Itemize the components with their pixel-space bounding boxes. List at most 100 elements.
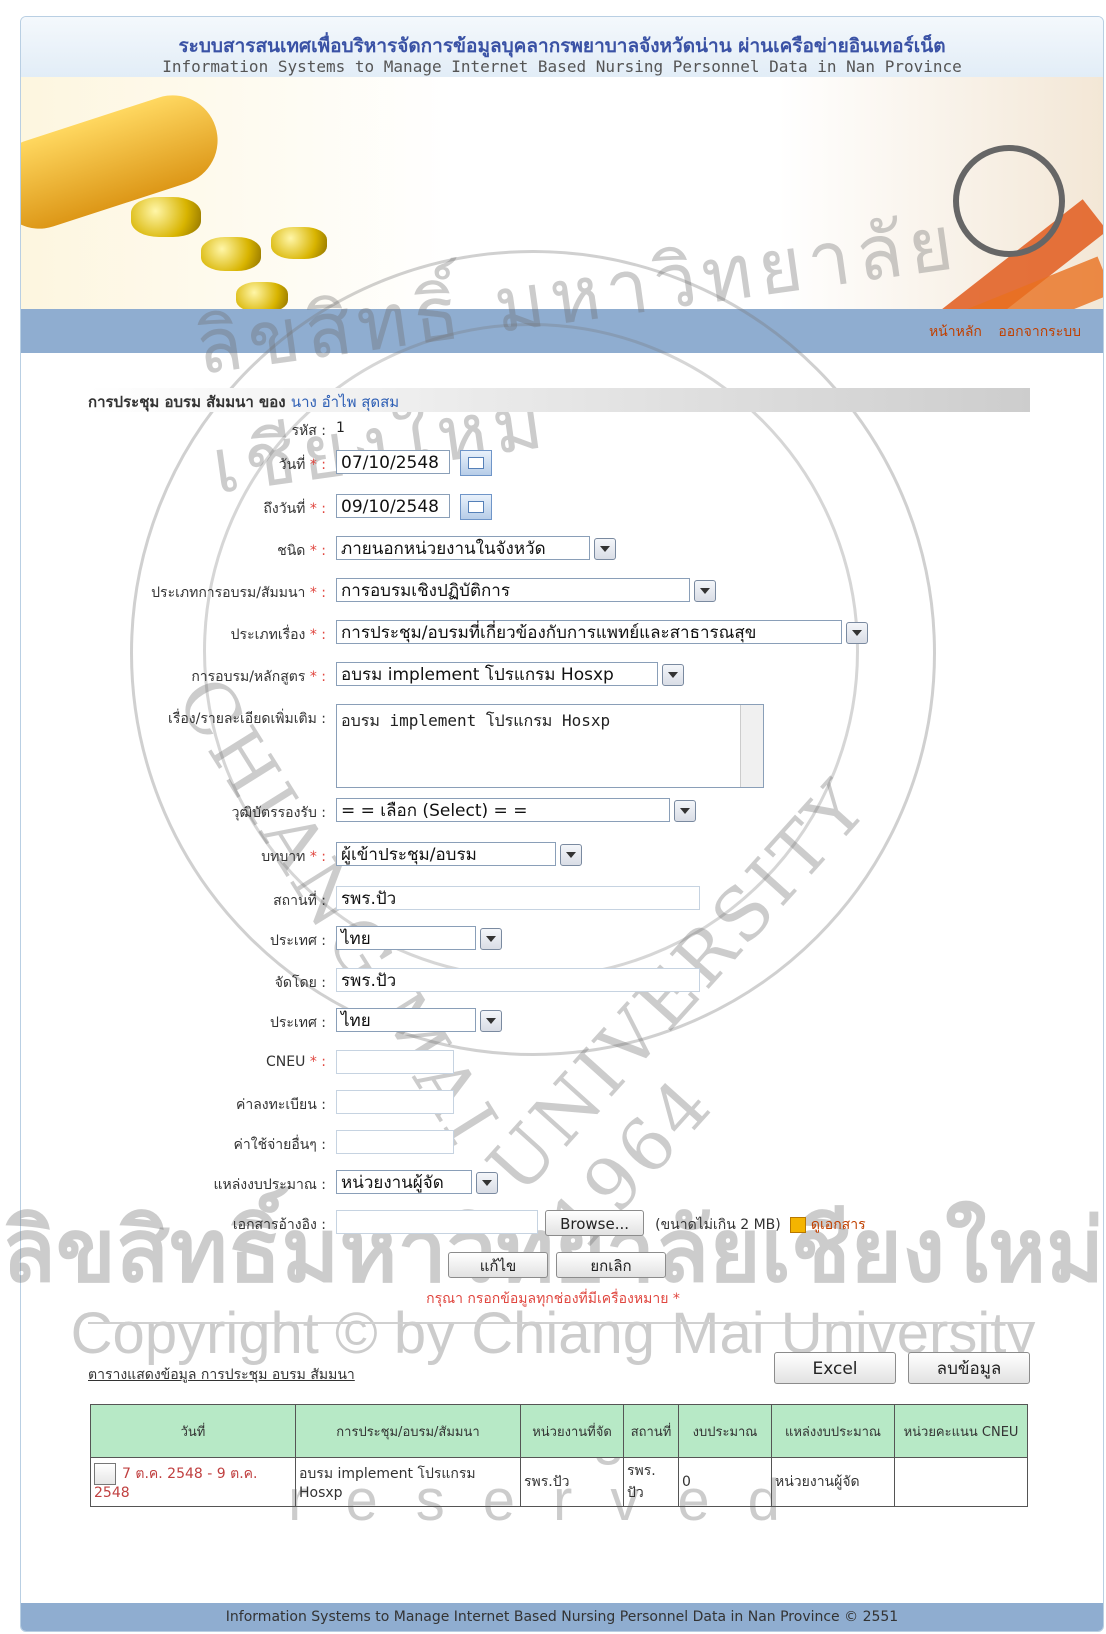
textarea-scrollbar[interactable] — [740, 705, 763, 787]
site-title-english: Information Systems to Manage Internet B… — [162, 57, 962, 76]
cell-date: 7 ต.ค. 2548 - 9 ต.ค. 2548 — [90, 1457, 296, 1507]
budget-source-select[interactable]: หน่วยงานผู้จัด — [336, 1170, 472, 1194]
organizer-input[interactable]: รพร.ปัว — [336, 968, 700, 992]
training-type-row: ประเภทการอบรม/สัมมนา * : การอบรมเชิงปฏิบ… — [0, 578, 1106, 606]
kind-select[interactable]: ภายนอกหน่วยงานในจังหวัด — [336, 536, 590, 560]
date-label: วันที่ — [278, 457, 306, 473]
capsule-image — [201, 237, 261, 271]
header-banner-image — [21, 77, 1103, 317]
required-mark: * : — [305, 669, 326, 685]
country2-row: ประเทศ : ไทย — [0, 1008, 1106, 1036]
reg-fee-input[interactable] — [336, 1090, 454, 1114]
id-row: รหัส : 1 — [0, 420, 1106, 448]
table-title: ตารางแสดงข้อมูล การประชุม อบรม สัมมนา — [88, 1367, 355, 1383]
capsule-image — [236, 282, 288, 312]
cell-budget-source: หน่วยงานผู้จัด — [771, 1457, 895, 1507]
cell-budget: 0 — [678, 1457, 772, 1507]
doc-row: เอกสารอ้างอิง : Browse... (ขนาดไม่เกิน 2… — [0, 1210, 1106, 1238]
chevron-down-icon[interactable] — [694, 580, 716, 602]
excel-export-button[interactable]: Excel — [774, 1352, 896, 1384]
chevron-down-icon[interactable] — [476, 1172, 498, 1194]
course-select[interactable]: อบรม implement โปรแกรม Hosxp — [336, 662, 658, 686]
wheelchair-image — [877, 85, 1103, 317]
column-header-event: การประชุม/อบรม/สัมมนา — [295, 1404, 521, 1458]
country2-select[interactable]: ไทย — [336, 1008, 476, 1032]
nav-logout-link[interactable]: ออกจากระบบ — [998, 324, 1081, 340]
column-header-organizer: หน่วยงานที่จัด — [520, 1404, 624, 1458]
country-select[interactable]: ไทย — [336, 926, 476, 950]
country-row: ประเทศ : ไทย — [0, 926, 1106, 954]
view-document-link[interactable]: ดูเอกสาร — [811, 1217, 866, 1233]
chevron-down-icon[interactable] — [480, 928, 502, 950]
cell-event: อบรม implement โปรแกรม Hosxp — [295, 1457, 521, 1507]
column-header-date: วันที่ — [90, 1404, 296, 1458]
other-cost-label: ค่าใช้จ่ายอื่นๆ : — [233, 1137, 327, 1153]
cell-organizer: รพร.ปัว — [520, 1457, 624, 1507]
chevron-down-icon[interactable] — [846, 622, 868, 644]
cneu-input[interactable] — [336, 1050, 454, 1074]
chevron-down-icon[interactable] — [480, 1010, 502, 1032]
capsule-image — [131, 197, 201, 237]
divider — [88, 1322, 1030, 1324]
country2-label: ประเทศ : — [270, 1015, 326, 1031]
chevron-down-icon[interactable] — [594, 538, 616, 560]
edit-button[interactable]: แก้ไข — [448, 1252, 548, 1278]
budget-source-row: แหล่งงบประมาณ : หน่วยงานผู้จัด — [0, 1170, 1106, 1198]
cell-place: รพร. ปัว — [623, 1457, 679, 1507]
chevron-down-icon[interactable] — [662, 664, 684, 686]
role-label: บทบาท — [261, 849, 306, 865]
course-label: การอบรม/หลักสูตร — [191, 669, 306, 685]
to-date-label: ถึงวันที่ — [263, 501, 306, 517]
delete-button[interactable]: ลบข้อมูล — [908, 1352, 1030, 1384]
other-cost-row: ค่าใช้จ่ายอื่นๆ : — [0, 1130, 1106, 1158]
detail-text: อบรม implement โปรแกรม Hosxp — [341, 711, 611, 730]
chevron-down-icon[interactable] — [674, 800, 696, 822]
file-size-note: (ขนาดไม่เกิน 2 MB) — [655, 1217, 781, 1233]
other-cost-input[interactable] — [336, 1130, 454, 1154]
reg-fee-row: ค่าลงทะเบียน : — [0, 1090, 1106, 1118]
organizer-label: จัดโดย : — [274, 975, 326, 991]
cneu-row: CNEU * : — [0, 1050, 1106, 1078]
document-icon[interactable] — [789, 1216, 806, 1233]
organizer-row: จัดโดย : รพร.ปัว — [0, 968, 1106, 996]
calendar-icon[interactable] — [460, 450, 492, 476]
table-row[interactable]: 7 ต.ค. 2548 - 9 ต.ค. 2548 อบรม implement… — [90, 1457, 1028, 1507]
role-select[interactable]: ผู้เข้าประชุม/อบรม — [336, 842, 556, 866]
chevron-down-icon[interactable] — [560, 844, 582, 866]
nav-home-link[interactable]: หน้าหลัก — [929, 324, 982, 340]
role-row: บทบาท * : ผู้เข้าประชุม/อบรม — [0, 842, 1106, 870]
required-mark: * : — [305, 627, 326, 643]
topic-type-row: ประเภทเรื่อง * : การประชุม/อบรมที่เกี่ยว… — [0, 620, 1106, 648]
capsule-image — [271, 227, 327, 259]
required-mark: * : — [305, 849, 326, 865]
cell-date-text: 7 ต.ค. 2548 - 9 ต.ค. 2548 — [94, 1466, 258, 1501]
budget-source-label: แหล่งงบประมาณ : — [213, 1177, 326, 1193]
browse-button[interactable]: Browse... — [545, 1210, 645, 1236]
action-buttons-row: แก้ไข ยกเลิก — [0, 1252, 1106, 1280]
doc-label: เอกสารอ้างอิง : — [232, 1217, 326, 1233]
records-table: วันที่ การประชุม/อบรม/สัมมนา หน่วยงานที่… — [90, 1404, 1028, 1507]
calendar-icon[interactable] — [460, 494, 492, 520]
topic-type-label: ประเภทเรื่อง — [230, 627, 306, 643]
nav-bar: หน้าหลัก ออกจากระบบ — [21, 309, 1103, 353]
required-mark: * : — [305, 1054, 326, 1070]
file-path-input[interactable] — [336, 1210, 538, 1234]
required-fields-note: กรุณา กรอกข้อมูลทุกช่องที่มีเครื่องหมาย … — [426, 1291, 680, 1307]
place-label: สถานที่ : — [273, 893, 326, 909]
cancel-button[interactable]: ยกเลิก — [556, 1252, 666, 1278]
date-input[interactable]: 07/10/2548 — [336, 450, 450, 474]
certificate-select[interactable]: = = เลือก (Select) = = — [336, 798, 670, 822]
section-heading: การประชุม อบรม สัมมนา ของ นาง อำไพ สุดสม — [88, 388, 1030, 412]
row-select-checkbox[interactable] — [94, 1463, 116, 1485]
place-input[interactable]: รพร.ปัว — [336, 886, 700, 910]
to-date-input[interactable]: 09/10/2548 — [336, 494, 450, 518]
training-type-select[interactable]: การอบรมเชิงปฏิบัติการ — [336, 578, 690, 602]
topic-type-select[interactable]: การประชุม/อบรมที่เกี่ยวข้องกับการแพทย์แล… — [336, 620, 842, 644]
required-mark: * : — [305, 501, 326, 517]
certificate-row: วุฒิบัตรรองรับ : = = เลือก (Select) = = — [0, 798, 1106, 826]
detail-row: เรื่อง/รายละเอียดเพิ่มเติม : อบรม implem… — [0, 704, 1106, 794]
reg-fee-label: ค่าลงทะเบียน : — [235, 1097, 326, 1113]
detail-textarea[interactable]: อบรม implement โปรแกรม Hosxp — [336, 704, 764, 788]
column-header-cneu: หน่วยคะแนน CNEU — [894, 1404, 1028, 1458]
detail-label: เรื่อง/รายละเอียดเพิ่มเติม : — [168, 711, 326, 727]
